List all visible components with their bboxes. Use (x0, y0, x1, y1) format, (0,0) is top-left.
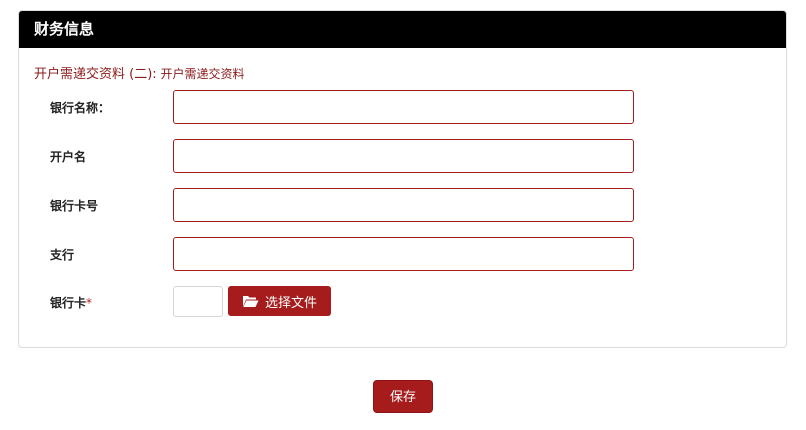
card-number-input[interactable] (173, 188, 634, 222)
bank-card-label-text: 银行卡 (50, 296, 87, 310)
account-name-label: 开户名 (50, 150, 87, 164)
financial-info-panel: 财务信息 开户需递交资料 (二): 开户需递交资料 银行名称： 开户名 银行卡号… (18, 10, 787, 348)
card-number-label: 银行卡号 (50, 199, 99, 213)
branch-row: 支行 (19, 237, 786, 271)
panel-title: 财务信息 (19, 11, 786, 48)
branch-input[interactable] (173, 237, 634, 271)
account-name-row: 开户名 (19, 139, 786, 173)
choose-file-button[interactable]: 选择文件 (228, 286, 331, 316)
required-mark: * (86, 296, 93, 310)
notice-main-text: 开户需递交资料 (二): (34, 67, 157, 82)
bank-card-upload-row: 银行卡* 选择文件 (19, 286, 786, 321)
notice-sub-text: 开户需递交资料 (160, 67, 245, 81)
bank-name-label: 银行名称： (50, 101, 111, 115)
save-button[interactable]: 保存 (373, 380, 433, 413)
bank-card-label: 银行卡* (50, 294, 92, 311)
card-number-row: 银行卡号 (19, 188, 786, 222)
account-name-input[interactable] (173, 139, 634, 173)
file-preview-box (173, 286, 223, 317)
bank-name-row: 银行名称： (19, 90, 786, 124)
branch-label: 支行 (50, 248, 75, 262)
bank-name-input[interactable] (173, 90, 634, 124)
document-notice: 开户需递交资料 (二): 开户需递交资料 (34, 63, 245, 82)
folder-open-icon (242, 295, 259, 307)
choose-file-label: 选择文件 (264, 295, 317, 311)
